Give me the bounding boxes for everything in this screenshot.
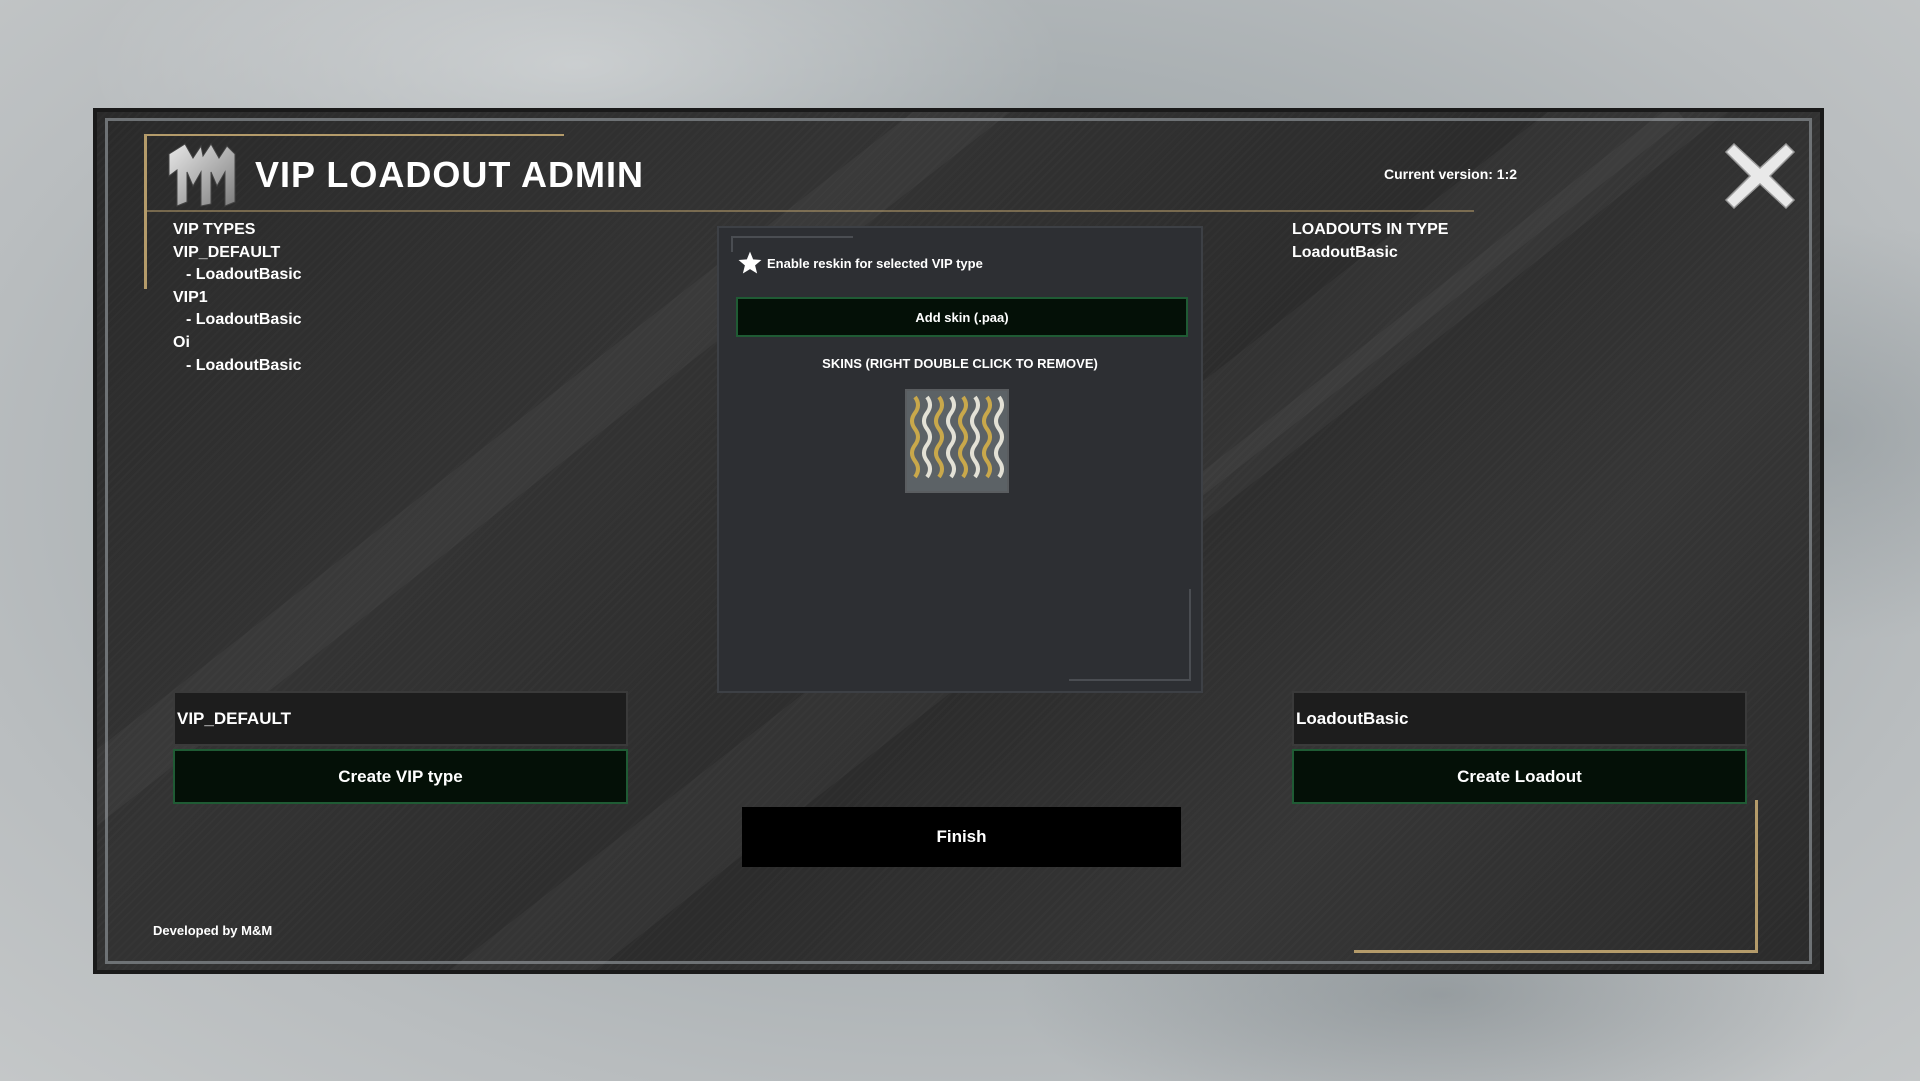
enable-reskin-checkbox[interactable]: Enable reskin for selected VIP type — [737, 250, 983, 276]
developer-credit: Developed by M&M — [153, 923, 273, 938]
vip-type-loadout-item[interactable]: - LoadoutBasic — [173, 264, 302, 287]
loadout-item[interactable]: LoadoutBasic — [1292, 242, 1448, 265]
version-label: Current version: 1:2 — [1384, 166, 1518, 182]
vip-types-header: VIP TYPES — [173, 221, 256, 238]
header: VIP LOADOUT ADMIN — [167, 137, 644, 213]
close-button[interactable] — [1724, 140, 1796, 212]
vip-type-name-input[interactable]: VIP_DEFAULT — [173, 691, 628, 746]
loadout-name-input[interactable]: LoadoutBasic — [1292, 691, 1747, 746]
skin-thumbnail[interactable] — [905, 389, 1009, 493]
mm-logo-icon — [168, 143, 236, 207]
loadouts-list: LOADOUTS IN TYPE LoadoutBasic — [1292, 219, 1448, 264]
close-x-icon — [1724, 142, 1796, 210]
vip-type-item[interactable]: VIP1 — [173, 287, 302, 310]
panel-corner-decor — [1069, 589, 1191, 681]
gold-accent-line — [1354, 950, 1758, 953]
vip-type-loadout-item[interactable]: - LoadoutBasic — [173, 355, 302, 378]
finish-button[interactable]: Finish — [742, 807, 1181, 867]
skin-pattern-image — [907, 391, 1007, 491]
admin-panel: VIP LOADOUT ADMIN Current version: 1:2 V… — [93, 108, 1824, 974]
gold-accent-line — [144, 134, 564, 136]
add-skin-button[interactable]: Add skin (.paa) — [736, 297, 1188, 337]
vip-type-loadout-item[interactable]: - LoadoutBasic — [173, 309, 302, 332]
skins-title: SKINS (RIGHT DOUBLE CLICK TO REMOVE) — [822, 356, 1098, 371]
reskin-panel: Enable reskin for selected VIP type Add … — [717, 226, 1203, 693]
loadouts-header: LOADOUTS IN TYPE — [1292, 221, 1449, 238]
gold-accent-line — [1755, 800, 1758, 952]
enable-reskin-label: Enable reskin for selected VIP type — [767, 255, 983, 271]
vip-types-list: VIP TYPES VIP_DEFAULT - LoadoutBasic VIP… — [173, 219, 302, 377]
vip-type-item[interactable]: VIP_DEFAULT — [173, 242, 302, 265]
vip-type-item[interactable]: Oi — [173, 332, 302, 355]
create-loadout-button[interactable]: Create Loadout — [1292, 749, 1747, 804]
page-title: VIP LOADOUT ADMIN — [255, 154, 645, 195]
star-icon — [738, 251, 762, 274]
create-vip-type-button[interactable]: Create VIP type — [173, 749, 628, 804]
